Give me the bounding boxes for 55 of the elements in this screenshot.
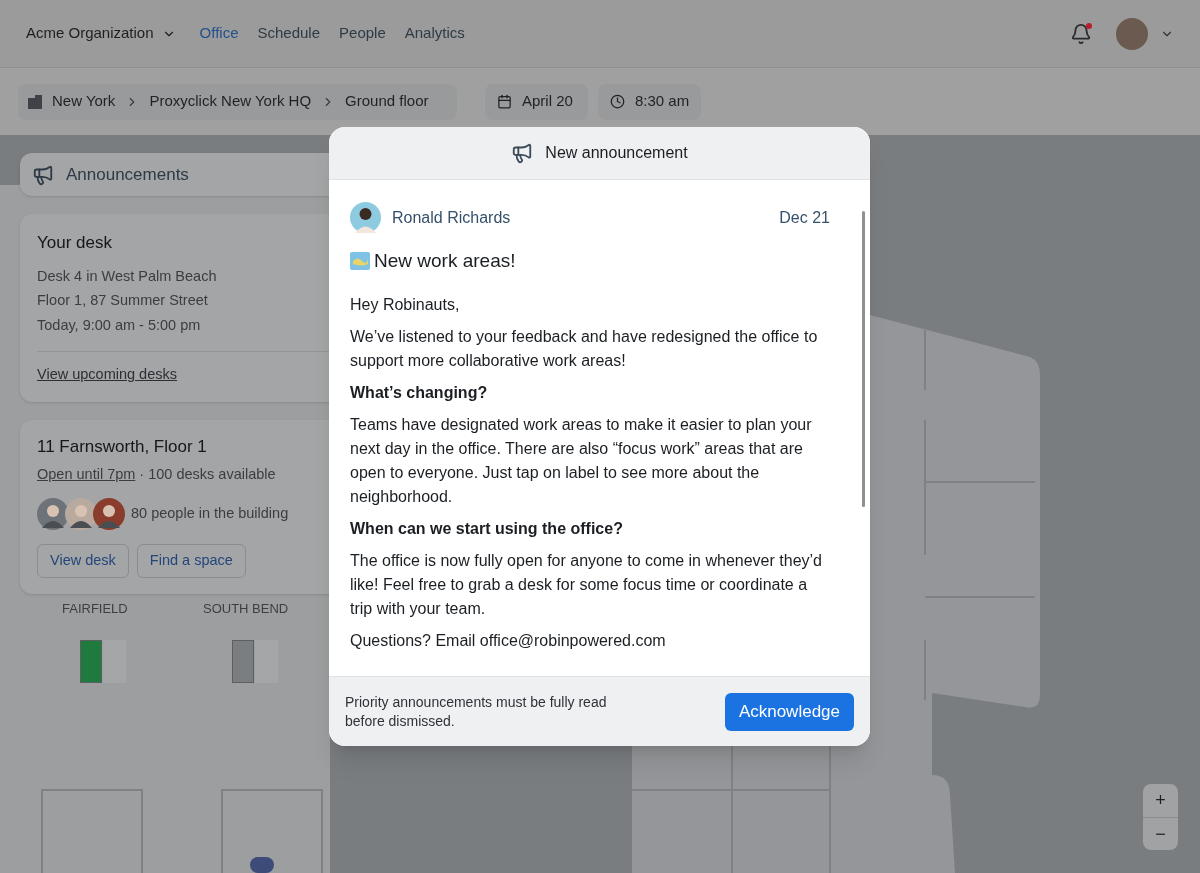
dialog-title: New announcement xyxy=(545,143,688,163)
desk-detail: Desk 4 in West Palm Beach xyxy=(37,266,218,286)
megaphone-icon xyxy=(511,142,534,164)
area-label: FAIRFIELD xyxy=(62,600,128,618)
card-title: 11 Farnsworth, Floor 1 xyxy=(37,435,208,458)
card-button[interactable]: Find a space xyxy=(136,544,246,578)
paragraph: Hey Robinauts, xyxy=(350,295,461,315)
desk-detail: Today, 9:00 am - 5:00 pm xyxy=(37,316,202,335)
upcoming-desks-link[interactable]: View upcoming desks xyxy=(37,365,177,382)
desk-detail: Floor 1, 87 Summer Street xyxy=(37,291,209,311)
nav-tab[interactable]: Analytics xyxy=(404,22,465,45)
paragraph: Teams have designated work areas to make it easier to plan your next day in the office. There are also “focus work” areas that are open to everyone. Just tap on label to see more about the neighborhood. xyxy=(350,415,813,507)
announcement-headline: New work areas! xyxy=(374,249,516,273)
section-heading: When can we start using the office? xyxy=(350,519,624,539)
post-date: Dec 21 xyxy=(779,207,830,228)
building-icon xyxy=(28,94,42,109)
breadcrumb-item[interactable]: Proxyclick New York HQ xyxy=(149,90,312,113)
location-breadcrumb[interactable]: New York Proxyclick New York HQ Ground floor xyxy=(18,83,457,120)
time-picker[interactable]: 8:30 am xyxy=(598,83,702,120)
breadcrumb-item[interactable]: New York xyxy=(52,90,116,113)
person-avatar xyxy=(65,498,97,530)
date-picker[interactable]: April 20 xyxy=(485,83,588,120)
area-label: SOUTH BEND xyxy=(203,600,289,618)
clock-icon xyxy=(610,94,625,109)
nav-tab[interactable]: Office xyxy=(199,22,239,45)
map-icon xyxy=(350,252,370,270)
availability-text: · 100 desks available xyxy=(139,465,276,485)
calendar-icon xyxy=(497,94,512,109)
megaphone-icon xyxy=(32,163,54,186)
person-avatar xyxy=(93,498,125,530)
author-avatar xyxy=(350,202,381,233)
desk-marker[interactable] xyxy=(232,640,254,683)
nav-tab[interactable]: People xyxy=(339,22,386,45)
footer-note: Priority announcements must be fully read before dismissed. xyxy=(345,692,608,731)
paragraph: The office is now fully open for anyone to come in whenever they’d like! Feel free to grab a desk for some focus time or coordinate a trip with your team. xyxy=(350,551,823,619)
notifications-button[interactable] xyxy=(1070,22,1092,45)
paragraph: Questions? Email office@robinpowered.com xyxy=(350,631,667,651)
card-title: Your desk xyxy=(37,232,113,254)
desk-side-panel xyxy=(103,640,126,683)
nav-tab[interactable]: Schedule xyxy=(257,22,321,45)
zoom-button[interactable]: − xyxy=(1143,817,1178,850)
acknowledge-button[interactable]: Acknowledge xyxy=(724,692,854,731)
desk-marker[interactable] xyxy=(80,640,102,683)
desk-side-panel xyxy=(255,640,278,683)
paragraph: We’ve listened to your feedback and have redesigned the office to support more collaborative work areas! xyxy=(350,327,819,371)
author-name: Ronald Richards xyxy=(392,207,511,228)
hours-link[interactable]: Open until 7pm xyxy=(37,464,136,486)
organization-dropdown[interactable]: Acme Organization xyxy=(26,22,176,45)
avatar[interactable] xyxy=(1116,17,1148,50)
zoom-button[interactable]: + xyxy=(1143,784,1178,817)
person-avatar xyxy=(37,498,69,530)
people-count: 80 people in the building xyxy=(131,504,289,524)
section-heading: What’s changing? xyxy=(350,383,489,403)
card-button[interactable]: View desk xyxy=(37,544,129,578)
breadcrumb-item[interactable]: Ground floor xyxy=(345,90,429,113)
